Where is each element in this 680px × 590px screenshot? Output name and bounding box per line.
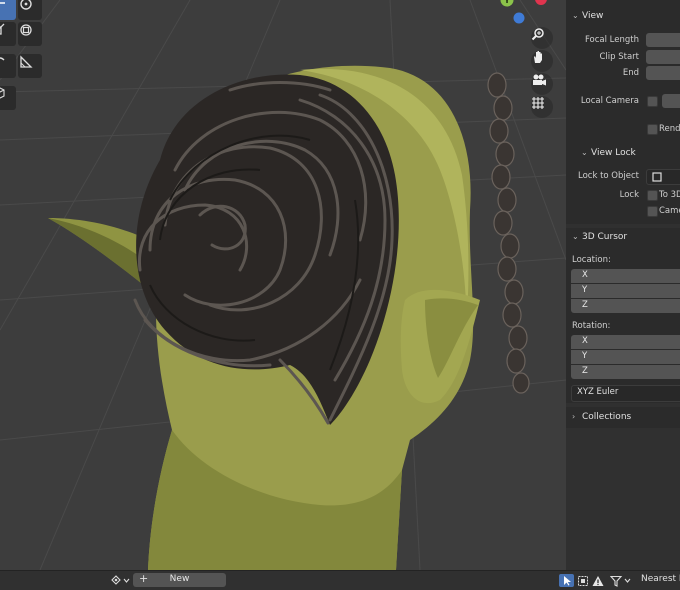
view-panel: ⌄ View Focal Length Clip Start End Local … bbox=[566, 0, 680, 224]
chevron-down-icon: ⌄ bbox=[581, 148, 588, 157]
object-icon bbox=[652, 172, 662, 182]
bottom-header-bar: + New Nearest F bbox=[0, 570, 680, 590]
transform-tool-button[interactable] bbox=[18, 22, 42, 46]
hand-pan-icon bbox=[534, 51, 542, 63]
new-action-button[interactable]: + New bbox=[133, 572, 226, 587]
chevron-down-icon: ⌄ bbox=[572, 232, 579, 241]
move-icon bbox=[0, 2, 5, 4]
keyframe-type-dropdown[interactable] bbox=[110, 574, 132, 587]
select-tool-button[interactable] bbox=[559, 574, 574, 587]
filter-dropdown[interactable] bbox=[609, 574, 635, 587]
properties-sidebar: ⌄ View Focal Length Clip Start End Local … bbox=[566, 0, 680, 570]
box-select-button[interactable] bbox=[576, 574, 590, 587]
keyframe-icon bbox=[111, 574, 130, 585]
warning-icon bbox=[592, 575, 604, 586]
local-camera-checkbox[interactable] bbox=[647, 96, 658, 107]
chevron-right-icon: › bbox=[572, 412, 576, 421]
chevron-down-icon: ⌄ bbox=[572, 11, 579, 20]
scale-tool-button[interactable] bbox=[0, 22, 16, 46]
render-region-label: Rende bbox=[659, 124, 680, 134]
3d-cursor-header[interactable]: ⌄ 3D Cursor bbox=[572, 232, 627, 242]
rotation-y-field[interactable]: Y bbox=[571, 350, 680, 364]
lock-camera-checkbox[interactable] bbox=[647, 206, 658, 217]
view-panel-header[interactable]: ⌄ View bbox=[572, 11, 603, 21]
filter-icon bbox=[610, 575, 631, 587]
clip-start-field[interactable] bbox=[646, 50, 680, 64]
collections-header[interactable]: › Collections bbox=[572, 412, 631, 422]
annotate-icon bbox=[0, 57, 5, 61]
lock-label: Lock bbox=[619, 190, 639, 200]
3d-viewport[interactable]: Y bbox=[0, 0, 566, 570]
grid-view-icon bbox=[532, 97, 544, 109]
location-label: Location: bbox=[572, 255, 611, 265]
scale-icon bbox=[0, 23, 5, 35]
transform-icon bbox=[20, 24, 32, 36]
add-cube-icon bbox=[0, 87, 5, 99]
viewport-scene bbox=[0, 0, 566, 570]
annotate-tool-button[interactable] bbox=[0, 54, 16, 78]
box-select-icon bbox=[578, 575, 588, 586]
3d-cursor-panel: ⌄ 3D Cursor Location: X Y Z Rotation: X Y… bbox=[566, 228, 680, 403]
camera-icon bbox=[533, 74, 546, 86]
zoom-icon bbox=[531, 28, 544, 41]
focal-length-label: Focal Length bbox=[584, 35, 639, 45]
rotation-x-field[interactable]: X bbox=[571, 335, 680, 349]
location-x-field[interactable]: X bbox=[571, 269, 680, 283]
render-region-checkbox[interactable] bbox=[647, 124, 658, 135]
interpolation-dropdown[interactable]: Nearest F bbox=[641, 574, 680, 587]
warning-button[interactable] bbox=[591, 574, 605, 587]
local-camera-label: Local Camera bbox=[580, 96, 639, 106]
location-y-field[interactable]: Y bbox=[571, 284, 680, 298]
gizmo-y-label: Y bbox=[503, 0, 510, 5]
navigation-gizmo[interactable]: Y bbox=[495, 0, 555, 30]
lock-to-3d-cursor-checkbox[interactable] bbox=[647, 190, 658, 201]
local-camera-field[interactable] bbox=[662, 94, 680, 108]
add-cube-tool-button[interactable] bbox=[0, 86, 16, 110]
pan-button[interactable] bbox=[531, 50, 553, 72]
camera-view-button[interactable] bbox=[531, 73, 553, 95]
lock-to-3d-cursor-label: To 3D bbox=[659, 190, 680, 200]
focal-length-field[interactable] bbox=[646, 33, 680, 47]
collections-panel: › Collections bbox=[566, 407, 680, 428]
rotate-icon bbox=[20, 0, 32, 10]
lock-to-object-label: Lock to Object bbox=[577, 171, 639, 181]
toggle-ortho-button[interactable] bbox=[531, 96, 553, 118]
view-lock-header[interactable]: ⌄ View Lock bbox=[581, 148, 636, 158]
rotation-label: Rotation: bbox=[572, 321, 611, 331]
measure-tool-button[interactable] bbox=[18, 54, 42, 78]
rotation-mode-dropdown[interactable]: XYZ Euler bbox=[571, 385, 680, 402]
cursor-arrow-icon bbox=[563, 576, 571, 586]
zoom-button[interactable] bbox=[531, 27, 553, 49]
rotation-z-field[interactable]: Z bbox=[571, 365, 680, 379]
lock-camera-label: Came bbox=[659, 206, 680, 216]
lock-to-object-field[interactable] bbox=[646, 169, 680, 185]
clip-end-field[interactable] bbox=[646, 66, 680, 80]
move-tool-button[interactable] bbox=[0, 0, 16, 20]
measure-icon bbox=[20, 55, 33, 68]
location-z-field[interactable]: Z bbox=[571, 299, 680, 313]
new-action-label: New bbox=[169, 574, 190, 584]
clip-start-label: Clip Start bbox=[599, 52, 639, 62]
rotate-tool-button[interactable] bbox=[18, 0, 42, 20]
gizmo-axes: Y bbox=[500, 0, 547, 24]
clip-end-label: End bbox=[622, 68, 639, 78]
